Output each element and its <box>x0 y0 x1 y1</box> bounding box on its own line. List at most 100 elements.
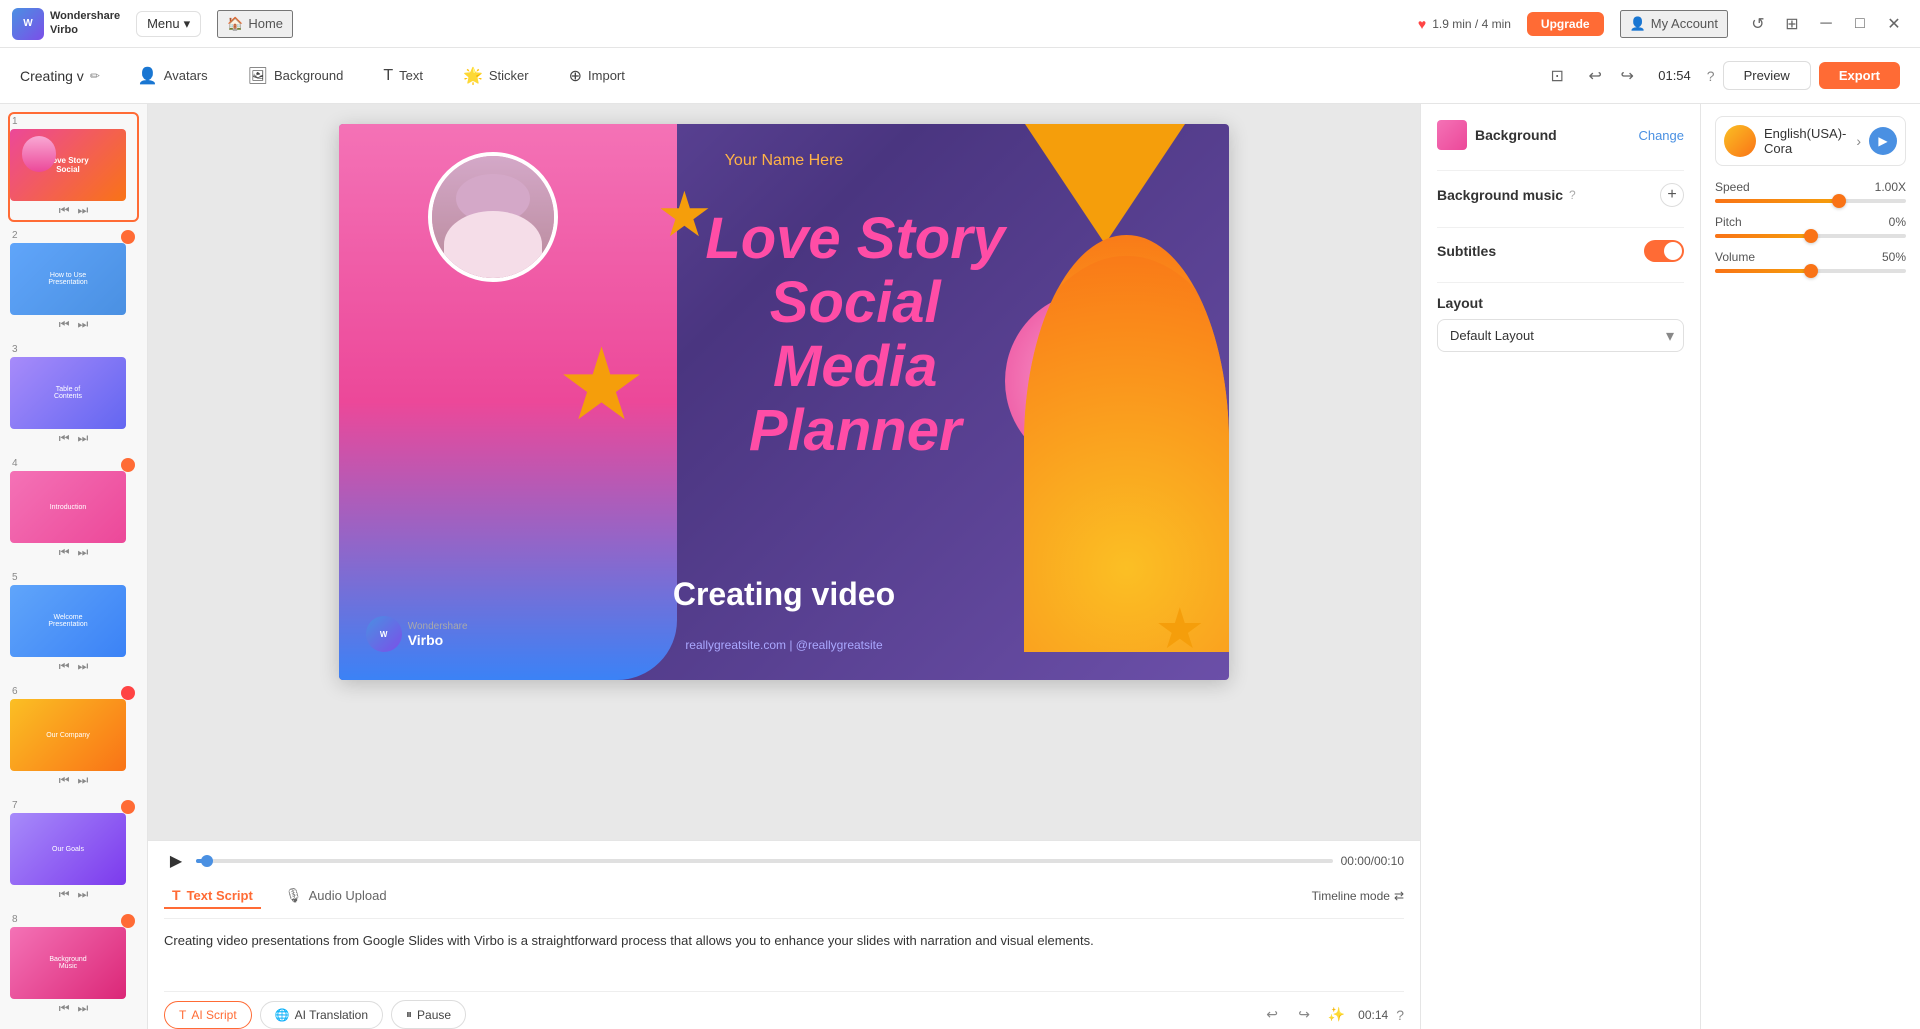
volume-slider-thumb[interactable] <box>1804 264 1818 278</box>
slide-prev-btn[interactable]: ⏮ <box>59 431 70 446</box>
undo-button[interactable]: ↩ <box>1580 61 1610 91</box>
volume-slider-track[interactable] <box>1715 269 1906 273</box>
slide-next-btn[interactable]: ⏭ <box>78 203 89 218</box>
ai-script-icon: T <box>179 1008 186 1022</box>
bottom-info-text: reallygreatsite.com | @reallygreatsite <box>685 638 882 652</box>
slide-next-btn[interactable]: ⏭ <box>78 887 89 902</box>
canvas-area: Your Name Here Love Story Social Media P… <box>148 104 1420 840</box>
speed-value: 1.00X <box>1875 180 1906 194</box>
audio-upload-tab[interactable]: 🎙 Audio Upload <box>277 883 395 910</box>
background-button[interactable]: 🖼 Background <box>230 58 362 94</box>
slide-prev-btn[interactable]: ⏮ <box>59 317 70 332</box>
slide-item[interactable]: 1 Love StorySocial ⏮ ⏭ <box>8 112 139 222</box>
close-button[interactable]: ✕ <box>1880 10 1908 38</box>
speed-slider-track[interactable] <box>1715 199 1906 203</box>
export-button[interactable]: Export <box>1819 62 1900 89</box>
slide-item[interactable]: 9 ⏮ ⏭ <box>8 1024 139 1029</box>
slide-thumbnail: Love StorySocial <box>10 129 126 201</box>
maximize-button[interactable]: □ <box>1846 10 1874 38</box>
script-textarea[interactable] <box>164 931 1404 973</box>
text-script-icon: T <box>172 887 181 903</box>
bottom-area: ▶ 00:00/00:10 T Text Script 🎙 Audio Uplo… <box>148 840 1420 1029</box>
square-button[interactable]: ⊡ <box>1542 61 1572 91</box>
timeline-mode-button[interactable]: Timeline mode ⇄ <box>1312 889 1404 903</box>
project-name[interactable]: Creating v ✏ <box>20 68 100 84</box>
pause-button[interactable]: ⏸ Pause <box>391 1000 466 1029</box>
slide-next-btn[interactable]: ⏭ <box>78 317 89 332</box>
help-icon[interactable]: ? <box>1707 68 1715 84</box>
menu-button[interactable]: Menu ▾ <box>136 11 201 37</box>
home-button[interactable]: 🏠 Home <box>217 10 293 38</box>
slide-prev-btn[interactable]: ⏮ <box>59 203 70 218</box>
upgrade-button[interactable]: Upgrade <box>1527 12 1604 36</box>
minimize-button[interactable]: ─ <box>1812 10 1840 38</box>
script-help-icon[interactable]: ? <box>1396 1007 1404 1023</box>
pitch-value: 0% <box>1889 215 1906 229</box>
import-icon: ⊕ <box>569 66 582 86</box>
slide-item[interactable]: 3 Table ofContents ⏮ ⏭ <box>8 340 139 450</box>
slide-prev-btn[interactable]: ⏮ <box>59 659 70 674</box>
slide-item[interactable]: 4 Introduction ⏮ ⏭ <box>8 454 139 564</box>
slide-item[interactable]: 8 BackgroundMusic ⏮ ⏭ <box>8 910 139 1020</box>
slide-prev-btn[interactable]: ⏮ <box>59 773 70 788</box>
preview-button[interactable]: Preview <box>1723 61 1811 90</box>
slide-next-btn[interactable]: ⏭ <box>78 431 89 446</box>
slide-thumbnail: Introduction <box>10 471 126 543</box>
script-tabs: T Text Script 🎙 Audio Upload Timeline mo… <box>164 879 1404 919</box>
grid-button[interactable]: ⊞ <box>1778 10 1806 38</box>
ai-translation-icon: 🌐 <box>275 1008 290 1022</box>
layout-select[interactable]: Default Layout <box>1437 319 1684 352</box>
script-content <box>164 919 1404 991</box>
volume-row: Volume 50% <box>1715 250 1906 273</box>
ai-script-button[interactable]: T AI Script <box>164 1001 252 1029</box>
sticker-button[interactable]: 🌟 Sticker <box>445 58 547 94</box>
slide-item[interactable]: 5 WelcomePresentation ⏮ ⏭ <box>8 568 139 678</box>
script-magic-button[interactable]: ✨ <box>1322 1001 1350 1029</box>
play-button[interactable]: ▶ <box>164 849 188 873</box>
timeline-bar[interactable] <box>196 859 1333 863</box>
voice-play-button[interactable]: ▶ <box>1869 127 1897 155</box>
slide-next-btn[interactable]: ⏭ <box>78 773 89 788</box>
background-music-section: Background music ? + <box>1437 183 1684 207</box>
speed-slider-thumb[interactable] <box>1832 194 1846 208</box>
script-undo-button[interactable]: ↩ <box>1258 1001 1286 1029</box>
layout-label: Layout <box>1437 295 1684 311</box>
subtitles-toggle[interactable] <box>1644 240 1684 262</box>
speed-label: Speed <box>1715 180 1750 194</box>
script-redo-button[interactable]: ↪ <box>1290 1001 1318 1029</box>
slide-prev-btn[interactable]: ⏮ <box>59 545 70 560</box>
voice-selector[interactable]: English(USA)-Cora › ▶ <box>1715 116 1906 166</box>
time-info: ♥ 1.9 min / 4 min <box>1418 16 1511 32</box>
slide-item[interactable]: 7 Our Goals ⏮ ⏭ <box>8 796 139 906</box>
slide-next-btn[interactable]: ⏭ <box>78 1001 89 1016</box>
pitch-slider-thumb[interactable] <box>1804 229 1818 243</box>
text-button[interactable]: T Text <box>365 59 441 93</box>
text-script-tab[interactable]: T Text Script <box>164 883 261 909</box>
timeline-dot <box>201 855 213 867</box>
canvas-title: Love Story Social Media Planner <box>677 207 1033 462</box>
import-button[interactable]: ⊕ Import <box>551 58 643 94</box>
history-button[interactable]: ↺ <box>1744 10 1772 38</box>
background-music-help[interactable]: ? <box>1569 188 1576 202</box>
pause-icon: ⏸ <box>406 1007 412 1022</box>
pitch-slider-track[interactable] <box>1715 234 1906 238</box>
add-music-button[interactable]: + <box>1660 183 1684 207</box>
virbo-logo-text: Wondershare Virbo <box>408 621 468 648</box>
redo-button[interactable]: ↪ <box>1612 61 1642 91</box>
change-background-button[interactable]: Change <box>1638 128 1684 143</box>
slide-item[interactable]: 2 How to UsePresentation ⏮ ⏭ <box>8 226 139 336</box>
toolbar: Creating v ✏ 👤 Avatars 🖼 Background T Te… <box>0 48 1920 104</box>
creating-video-text: Creating video <box>673 576 895 613</box>
account-button[interactable]: 👤 My Account <box>1620 10 1728 38</box>
avatars-button[interactable]: 👤 Avatars <box>120 58 226 94</box>
slide-prev-btn[interactable]: ⏮ <box>59 1001 70 1016</box>
app-name: WondershareVirbo <box>50 10 120 36</box>
subtitles-section: Subtitles <box>1437 240 1684 262</box>
voice-name: English(USA)-Cora <box>1764 126 1848 156</box>
slide-next-btn[interactable]: ⏭ <box>78 659 89 674</box>
slide-next-btn[interactable]: ⏭ <box>78 545 89 560</box>
slide-prev-btn[interactable]: ⏮ <box>59 887 70 902</box>
ai-translation-button[interactable]: 🌐 AI Translation <box>260 1001 383 1029</box>
hands-right <box>1024 235 1229 652</box>
slide-item[interactable]: 6 Our Company ⏮ ⏭ <box>8 682 139 792</box>
